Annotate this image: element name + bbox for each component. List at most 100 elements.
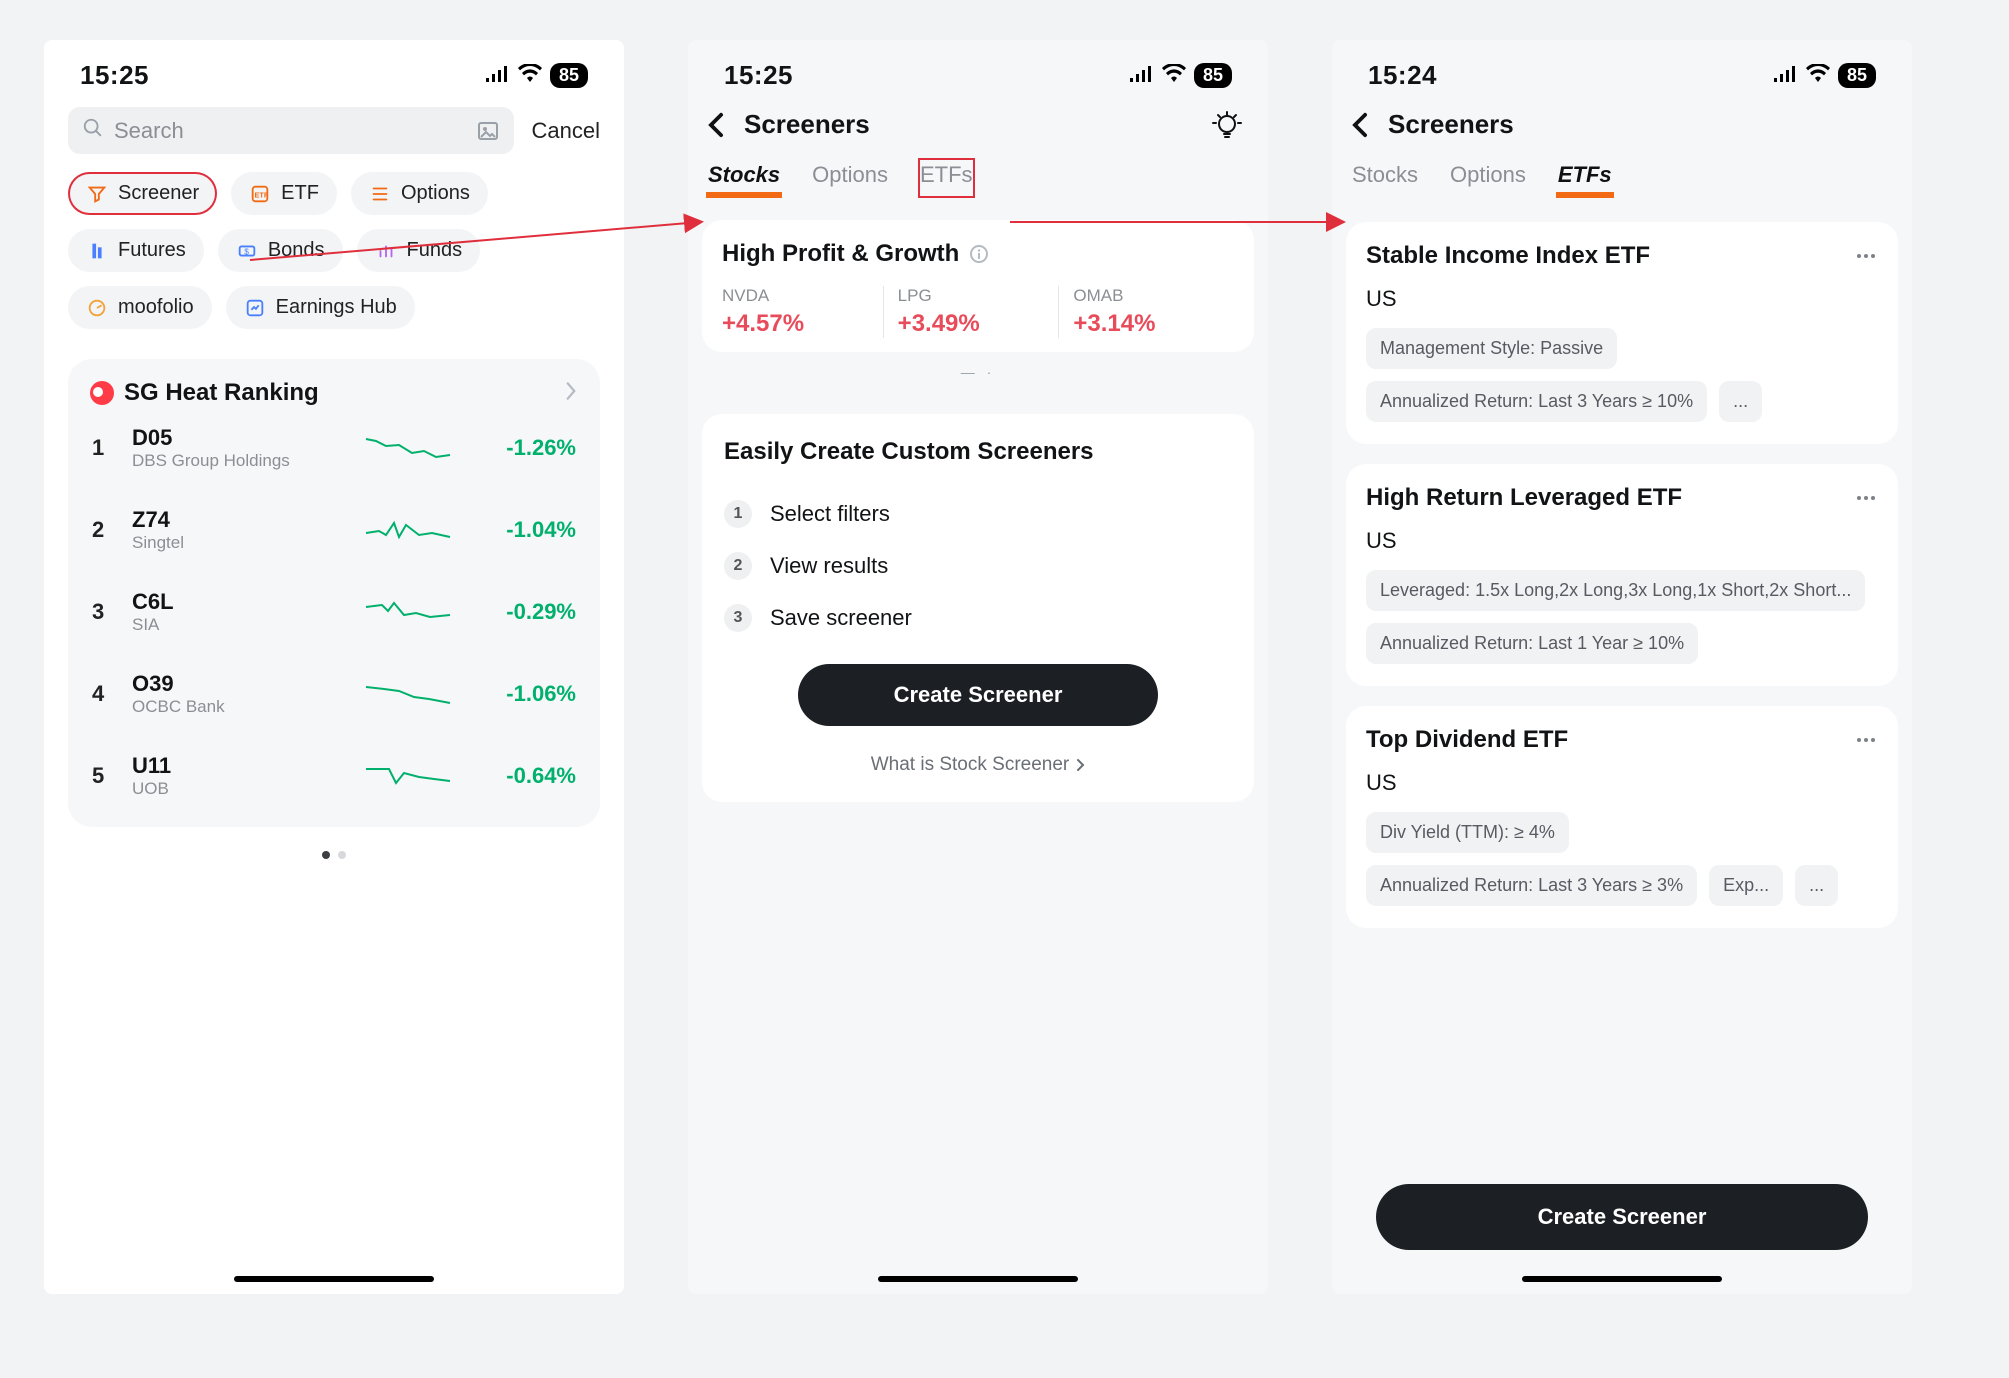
cancel-button[interactable]: Cancel bbox=[532, 118, 600, 144]
info-icon[interactable] bbox=[969, 244, 989, 264]
step-text: View results bbox=[770, 553, 888, 579]
back-button[interactable] bbox=[706, 111, 726, 139]
heat-row[interactable]: 2 Z74 Singtel -1.04% bbox=[90, 489, 578, 571]
change-percent: -1.04% bbox=[466, 517, 576, 543]
etf-region: US bbox=[1366, 286, 1878, 312]
chip-label: ETF bbox=[281, 182, 319, 205]
step-number: 2 bbox=[724, 552, 752, 580]
what-is-link[interactable]: What is Stock Screener bbox=[724, 754, 1232, 776]
filter-tag: Annualized Return: Last 3 Years ≥ 10% bbox=[1366, 381, 1707, 422]
etf-screener-card[interactable]: Stable Income Index ETF US Management St… bbox=[1346, 222, 1898, 444]
rank-number: 2 bbox=[92, 517, 120, 543]
chip-label: Futures bbox=[118, 239, 186, 262]
preset-ticker[interactable]: LPG +3.49% bbox=[883, 286, 1059, 338]
create-screener-button[interactable]: Create Screener bbox=[1376, 1184, 1868, 1250]
tab-etfs[interactable]: ETFs bbox=[1556, 158, 1614, 198]
stock-fullname: Singtel bbox=[132, 533, 352, 553]
sparkline-icon bbox=[364, 677, 454, 711]
filter-tags: Div Yield (TTM): ≥ 4%Annualized Return: … bbox=[1366, 812, 1878, 906]
chevron-right-icon[interactable] bbox=[564, 380, 578, 407]
step-number: 3 bbox=[724, 604, 752, 632]
cellular-icon bbox=[484, 64, 510, 87]
change-percent: -0.29% bbox=[466, 599, 576, 625]
ticker-change: +3.49% bbox=[898, 310, 1045, 338]
heat-row[interactable]: 3 C6L SIA -0.29% bbox=[90, 571, 578, 653]
tab-options[interactable]: Options bbox=[810, 158, 890, 198]
search-placeholder: Search bbox=[114, 118, 184, 144]
more-icon[interactable] bbox=[1854, 728, 1878, 752]
etf-screener-card[interactable]: High Return Leveraged ETF US Leveraged: … bbox=[1346, 464, 1898, 686]
tab-etfs[interactable]: ETFs bbox=[918, 158, 975, 198]
status-clock: 15:25 bbox=[80, 60, 149, 91]
chip-screener[interactable]: Screener bbox=[68, 172, 217, 215]
chip-label: Earnings Hub bbox=[276, 296, 397, 319]
cellular-icon bbox=[1772, 64, 1798, 87]
steps-title: Easily Create Custom Screeners bbox=[724, 438, 1232, 466]
tab-stocks[interactable]: Stocks bbox=[1350, 158, 1420, 198]
stock-fullname: SIA bbox=[132, 615, 352, 635]
heat-row[interactable]: 5 U11 UOB -0.64% bbox=[90, 735, 578, 817]
back-button[interactable] bbox=[1350, 111, 1370, 139]
heat-ranking-card[interactable]: SG Heat Ranking 1 D05 DBS Group Holdings… bbox=[68, 359, 600, 827]
wifi-icon bbox=[1162, 64, 1186, 87]
chip-options[interactable]: Options bbox=[351, 172, 488, 215]
filter-tag: ... bbox=[1795, 865, 1838, 906]
preset-ticker[interactable]: NVDA +4.57% bbox=[722, 286, 883, 338]
sg-flag-icon bbox=[90, 381, 114, 405]
chip-funds[interactable]: Funds bbox=[357, 229, 481, 272]
preset-title: High Profit & Growth bbox=[722, 240, 959, 268]
page-dot bbox=[322, 851, 330, 859]
status-clock: 15:24 bbox=[1368, 60, 1437, 91]
home-indicator bbox=[1522, 1276, 1722, 1282]
search-input[interactable]: Search bbox=[68, 107, 514, 154]
link-label: What is Stock Screener bbox=[871, 754, 1070, 776]
sparkline-icon bbox=[364, 431, 454, 465]
status-bar: 15:25 85 bbox=[44, 40, 624, 99]
stock-symbol: D05 bbox=[132, 425, 352, 451]
more-icon[interactable] bbox=[1854, 244, 1878, 268]
heat-row[interactable]: 4 O39 OCBC Bank -1.06% bbox=[90, 653, 578, 735]
tab-stocks[interactable]: Stocks bbox=[706, 158, 782, 198]
rank-number: 4 bbox=[92, 681, 120, 707]
status-bar: 15:25 85 bbox=[688, 40, 1268, 99]
heat-row[interactable]: 1 D05 DBS Group Holdings -1.26% bbox=[90, 407, 578, 489]
cellular-icon bbox=[1128, 64, 1154, 87]
tab-options[interactable]: Options bbox=[1448, 158, 1528, 198]
sparkline-icon bbox=[364, 513, 454, 547]
page-dot bbox=[338, 851, 346, 859]
etf-screener-card[interactable]: Top Dividend ETF US Div Yield (TTM): ≥ 4… bbox=[1346, 706, 1898, 928]
etf-title: High Return Leveraged ETF bbox=[1366, 484, 1682, 512]
stock-symbol: Z74 bbox=[132, 507, 352, 533]
chip-moofolio[interactable]: moofolio bbox=[68, 286, 212, 329]
chip-bonds[interactable]: $ Bonds bbox=[218, 229, 343, 272]
svg-text:$: $ bbox=[244, 247, 249, 256]
step-row: 2 View results bbox=[724, 540, 1232, 592]
chip-earnings-hub[interactable]: Earnings Hub bbox=[226, 286, 415, 329]
create-screener-button[interactable]: Create Screener bbox=[798, 664, 1158, 726]
carousel-indicator: — · bbox=[702, 352, 1254, 392]
stock-symbol: O39 bbox=[132, 671, 352, 697]
tips-icon[interactable] bbox=[1212, 110, 1242, 140]
image-search-icon[interactable] bbox=[476, 119, 500, 143]
preset-screener-card[interactable]: High Profit & Growth NVDA +4.57% LPG +3.… bbox=[702, 220, 1254, 352]
more-icon[interactable] bbox=[1854, 486, 1878, 510]
wifi-icon bbox=[518, 64, 542, 87]
preset-ticker[interactable]: OMAB +3.14% bbox=[1058, 286, 1234, 338]
chip-etf[interactable]: ETF ETF bbox=[231, 172, 337, 215]
filter-tag: Management Style: Passive bbox=[1366, 328, 1617, 369]
home-indicator bbox=[878, 1276, 1078, 1282]
filter-tag: Div Yield (TTM): ≥ 4% bbox=[1366, 812, 1569, 853]
chip-futures[interactable]: Futures bbox=[68, 229, 204, 272]
phone-screen-screeners-stocks: 15:25 85 Screeners Stocks Options bbox=[688, 40, 1268, 1294]
stock-fullname: OCBC Bank bbox=[132, 697, 352, 717]
status-clock: 15:25 bbox=[724, 60, 793, 91]
ticker-symbol: LPG bbox=[898, 286, 1045, 306]
chip-label: Funds bbox=[407, 239, 463, 262]
heat-ranking-title: SG Heat Ranking bbox=[124, 379, 319, 407]
search-icon bbox=[82, 117, 104, 144]
status-icons: 85 bbox=[484, 63, 588, 88]
step-text: Select filters bbox=[770, 501, 890, 527]
filter-tags: Management Style: Passive Annualized Retu… bbox=[1366, 328, 1878, 422]
sparkline-icon bbox=[364, 595, 454, 629]
step-number: 1 bbox=[724, 500, 752, 528]
